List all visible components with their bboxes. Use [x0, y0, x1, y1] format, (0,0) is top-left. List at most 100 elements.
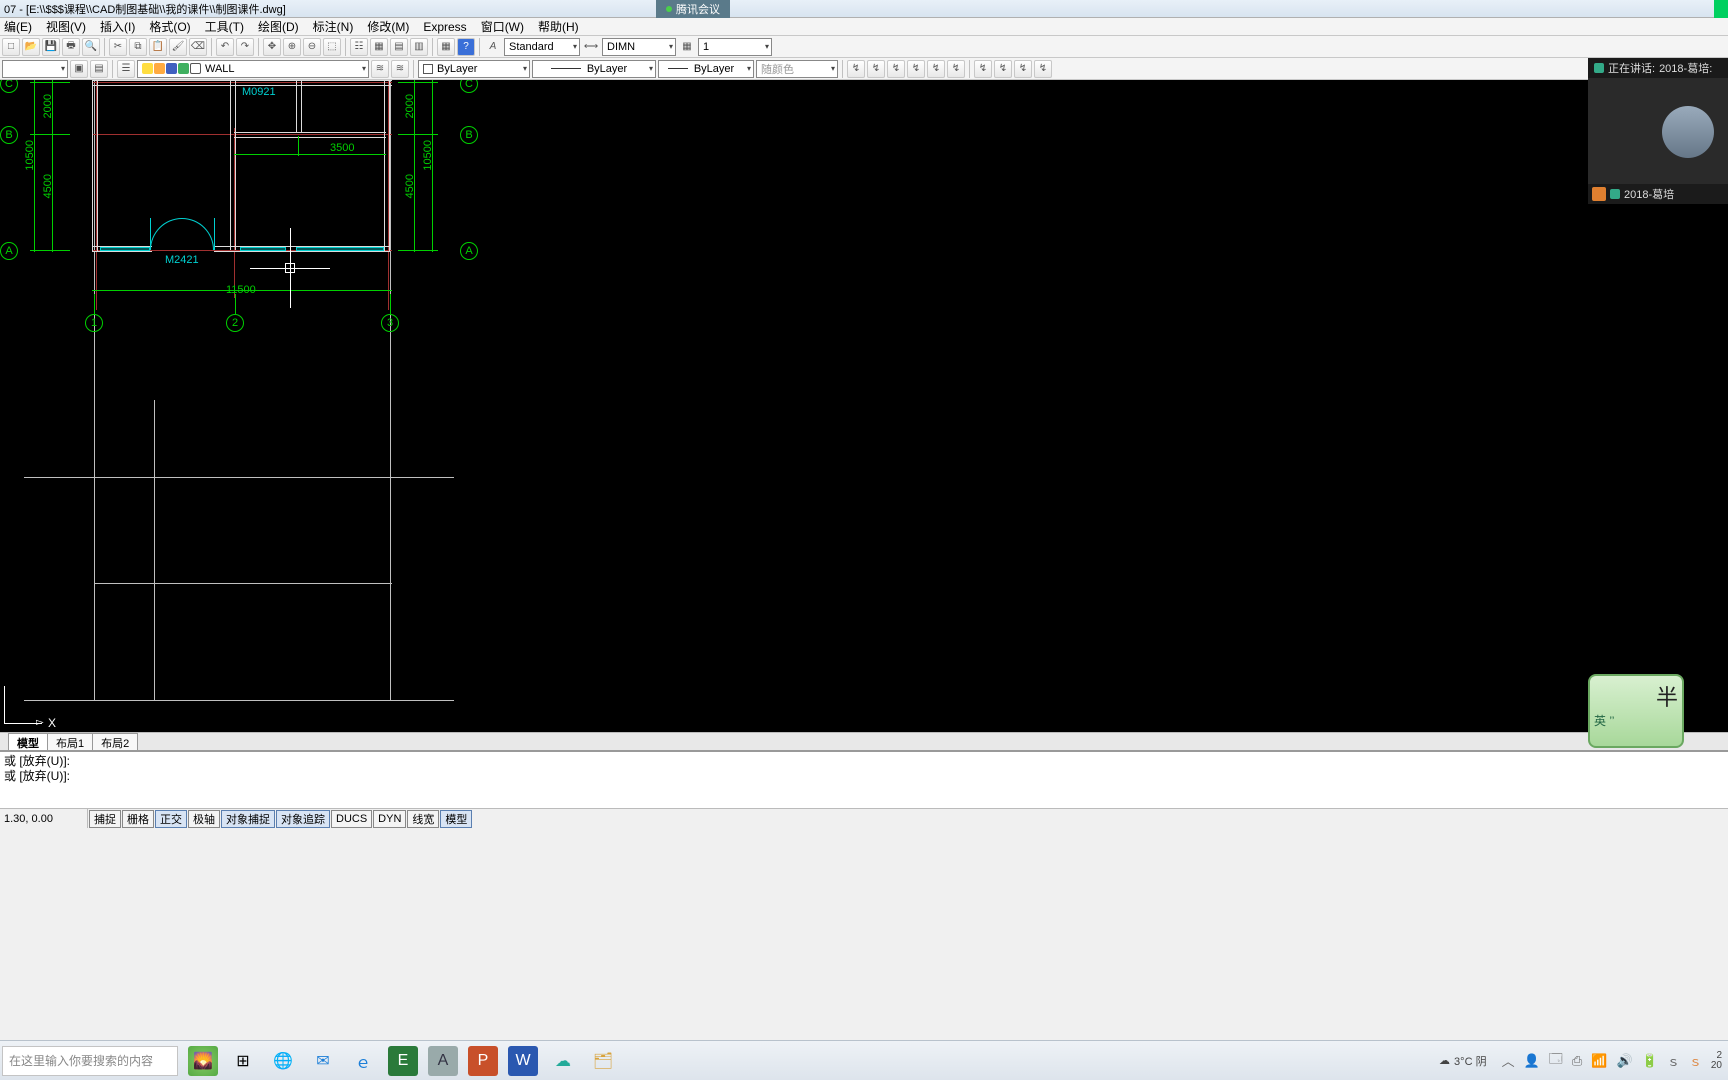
layer-tool-button[interactable]: ↯ [867, 60, 885, 78]
menu-tools[interactable]: 工具(T) [205, 18, 244, 35]
color-dropdown[interactable]: ByLayer [418, 60, 530, 78]
plotstyle-dropdown[interactable]: 随颜色 [756, 60, 838, 78]
start-icon[interactable]: 🌄 [188, 1046, 218, 1076]
layer-tool-button[interactable]: ↯ [1034, 60, 1052, 78]
designcenter-button[interactable]: ▦ [370, 38, 388, 56]
toggle-ducs[interactable]: DUCS [331, 810, 372, 828]
ie-icon[interactable]: ｅ [348, 1046, 378, 1076]
redo-button[interactable]: ↷ [236, 38, 254, 56]
toggle-snap[interactable]: 捕捉 [89, 810, 121, 828]
drawing-canvas[interactable]: 10500 2000 4500 3500 11500 2000 10500 45… [0, 80, 1728, 732]
menu-help[interactable]: 帮助(H) [538, 18, 579, 35]
pan-button[interactable]: ✥ [263, 38, 281, 56]
explorer-icon[interactable]: 🗂 [588, 1046, 618, 1076]
tab-layout1[interactable]: 布局1 [47, 733, 93, 750]
toggle-dyn[interactable]: DYN [373, 810, 406, 828]
sheet-button[interactable]: ▥ [410, 38, 428, 56]
preview-button[interactable]: 🔍 [82, 38, 100, 56]
tray-icon[interactable]: 👤 [1524, 1053, 1540, 1069]
tray-icon[interactable]: 🗔 [1549, 1050, 1563, 1072]
menu-view[interactable]: 视图(V) [46, 18, 86, 35]
excel-icon[interactable]: E [388, 1046, 418, 1076]
edge-icon[interactable]: 🌐 [268, 1046, 298, 1076]
dim-style-dropdown[interactable]: DIMN [602, 38, 676, 56]
toolpalette-button[interactable]: ▤ [390, 38, 408, 56]
layer-props-button[interactable]: ☰ [117, 60, 135, 78]
toggle-lwt[interactable]: 线宽 [407, 810, 439, 828]
plot-button[interactable]: 🖶 [62, 38, 80, 56]
network-icon[interactable]: 📶 [1591, 1053, 1607, 1069]
calc-button[interactable]: ▦ [437, 38, 455, 56]
layer-tool-button[interactable]: ↯ [947, 60, 965, 78]
zoom-in-button[interactable]: ⊕ [283, 38, 301, 56]
help-button[interactable]: ? [457, 38, 475, 56]
new-button[interactable]: □ [2, 38, 20, 56]
menu-dimension[interactable]: 标注(N) [313, 18, 354, 35]
video-tile[interactable] [1588, 78, 1728, 184]
menu-express[interactable]: Express [423, 20, 466, 34]
properties-button[interactable]: ☷ [350, 38, 368, 56]
menu-format[interactable]: 格式(O) [149, 18, 190, 35]
layer-tool-button[interactable]: ↯ [927, 60, 945, 78]
mail-icon[interactable]: ✉ [308, 1046, 338, 1076]
menu-modify[interactable]: 修改(M) [367, 18, 409, 35]
menu-insert[interactable]: 插入(I) [100, 18, 135, 35]
app-icon[interactable]: ☁ [548, 1046, 578, 1076]
autocad-icon[interactable]: A [428, 1046, 458, 1076]
color-value: ByLayer [437, 63, 477, 75]
tab-model[interactable]: 模型 [8, 733, 48, 750]
table-style-dropdown[interactable]: 1 [698, 38, 772, 56]
undo-button[interactable]: ↶ [216, 38, 234, 56]
battery-icon[interactable]: 🔋 [1642, 1053, 1658, 1069]
toggle-osnap[interactable]: 对象捕捉 [221, 810, 275, 828]
word-icon[interactable]: W [508, 1046, 538, 1076]
text-style-dropdown[interactable]: Standard [504, 38, 580, 56]
cut-button[interactable]: ✂ [109, 38, 127, 56]
menu-window[interactable]: 窗口(W) [481, 18, 524, 35]
layer-tool-button[interactable]: ↯ [847, 60, 865, 78]
zoom-window-button[interactable]: ⬚ [323, 38, 341, 56]
layer-tool-button[interactable]: ↯ [887, 60, 905, 78]
ime-indicator[interactable]: 半 英 ’’ [1588, 674, 1684, 748]
eraser-button[interactable]: ⌫ [189, 38, 207, 56]
tab-layout2[interactable]: 布局2 [92, 733, 138, 750]
meeting-badge[interactable]: 腾讯会议 [656, 0, 730, 18]
copy-button[interactable]: ⧉ [129, 38, 147, 56]
toggle-ortho[interactable]: 正交 [155, 810, 187, 828]
quickselect-button[interactable]: ▣ [70, 60, 88, 78]
layer-tool-button[interactable]: ↯ [994, 60, 1012, 78]
clock[interactable]: 2 20 [1711, 1051, 1722, 1071]
weather-widget[interactable]: ☁ 3°C 阴 [1439, 1053, 1487, 1069]
participant-row[interactable]: 2018-葛培 [1588, 184, 1728, 204]
object-dropdown[interactable] [2, 60, 68, 78]
toggle-otrack[interactable]: 对象追踪 [276, 810, 330, 828]
layer-dropdown[interactable]: WALL [137, 60, 369, 78]
menu-draw[interactable]: 绘图(D) [258, 18, 299, 35]
toggle-grid[interactable]: 栅格 [122, 810, 154, 828]
save-button[interactable]: 💾 [42, 38, 60, 56]
search-input[interactable]: 在这里输入你要搜索的内容 [2, 1046, 178, 1076]
menu-edit[interactable]: 编(E) [4, 18, 32, 35]
taskview-icon[interactable]: ⊞ [228, 1046, 258, 1076]
zoom-out-button[interactable]: ⊖ [303, 38, 321, 56]
toggle-polar[interactable]: 极轴 [188, 810, 220, 828]
open-button[interactable]: 📂 [22, 38, 40, 56]
layer-prev-button[interactable]: ≋ [371, 60, 389, 78]
linetype-dropdown[interactable]: ByLayer [532, 60, 656, 78]
tray-icon[interactable]: ｓ [1667, 1051, 1680, 1070]
matchprop-button[interactable]: 🖌 [169, 38, 187, 56]
layer-tool-button[interactable]: ↯ [907, 60, 925, 78]
layer-iso-button[interactable]: ≋ [391, 60, 409, 78]
ppt-icon[interactable]: P [468, 1046, 498, 1076]
layer-tool-button[interactable]: ↯ [974, 60, 992, 78]
tray-icon[interactable]: ｓ [1689, 1051, 1702, 1070]
chevron-up-icon[interactable]: ︿ [1502, 1051, 1515, 1070]
layer-tool-button[interactable]: ↯ [1014, 60, 1032, 78]
paste-button[interactable]: 📋 [149, 38, 167, 56]
lineweight-dropdown[interactable]: ByLayer [658, 60, 754, 78]
toggle-model[interactable]: 模型 [440, 810, 472, 828]
volume-icon[interactable]: 🔊 [1616, 1053, 1632, 1069]
tray-icon[interactable]: ⎙ [1572, 1053, 1582, 1069]
command-window[interactable]: 或 [放弃(U)]: 或 [放弃(U)]: 半 英 ’’ [0, 750, 1728, 808]
layer-button[interactable]: ▤ [90, 60, 108, 78]
